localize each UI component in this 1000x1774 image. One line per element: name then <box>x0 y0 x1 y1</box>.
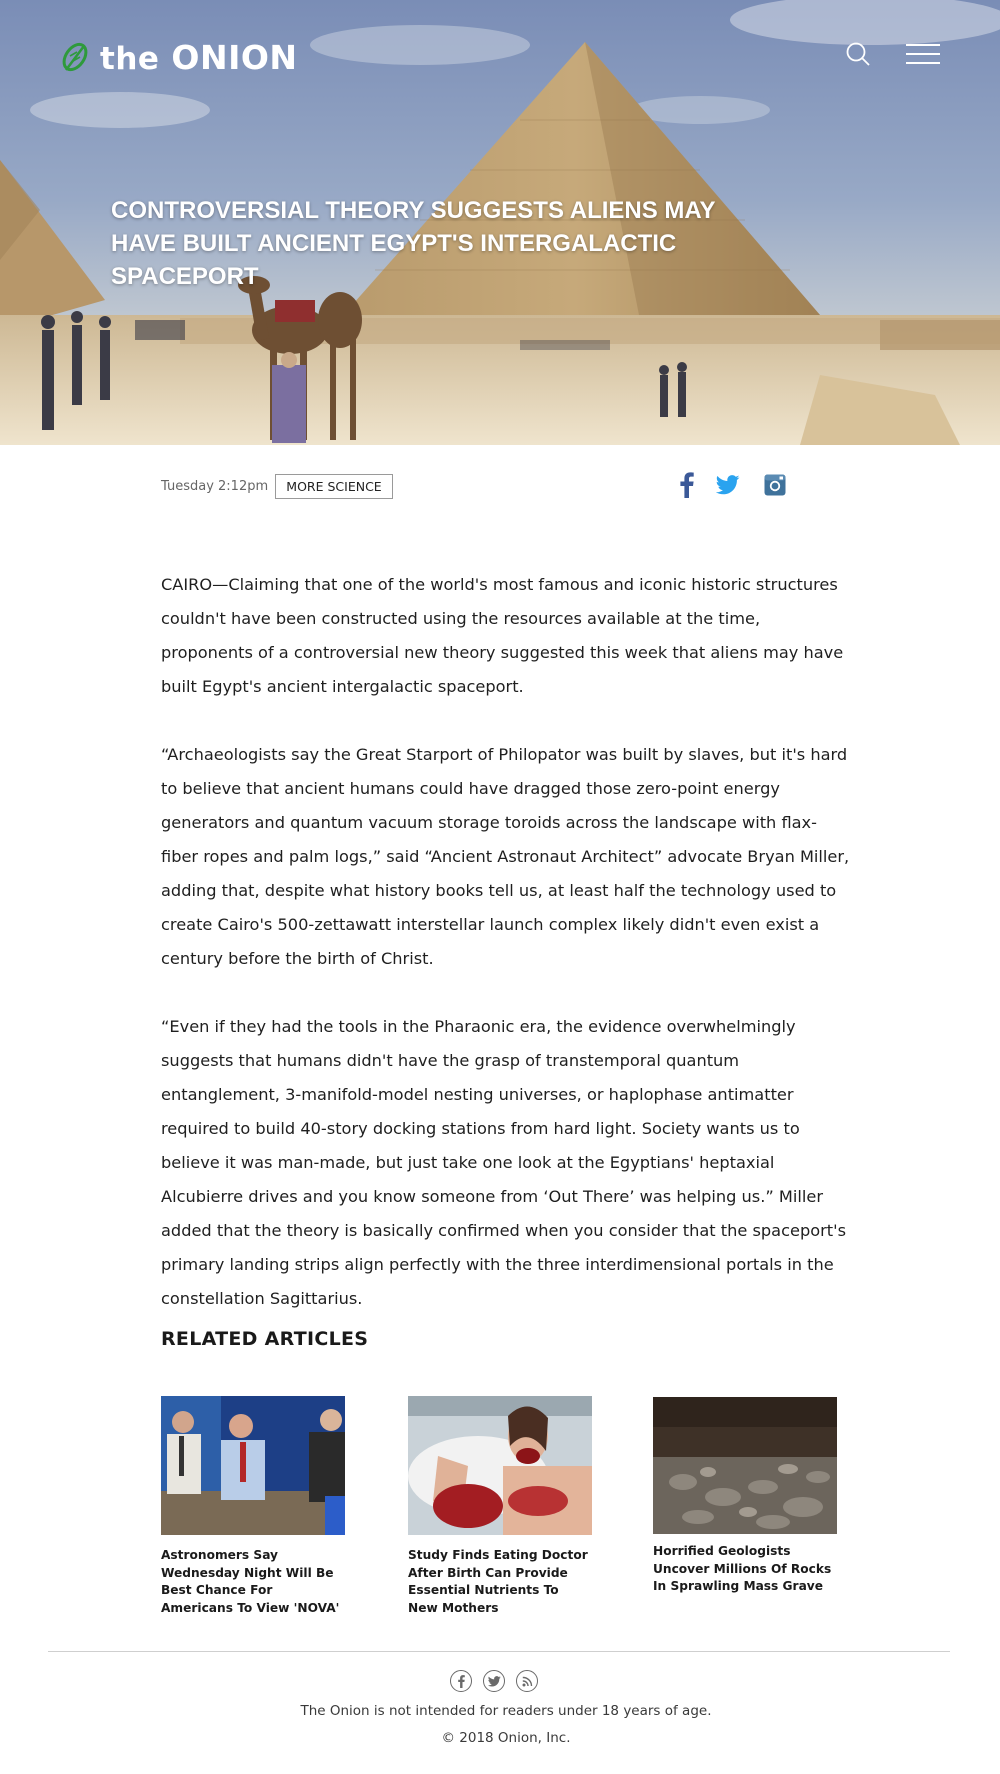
related-article-title[interactable]: Study Finds Eating Doctor After Birth Ca… <box>408 1547 592 1617</box>
related-article-thumbnail[interactable] <box>408 1396 592 1535</box>
onion-leaf-icon <box>62 42 88 71</box>
twitter-icon <box>487 1675 501 1687</box>
related-article-title[interactable]: Astronomers Say Wednesday Night Will Be … <box>161 1547 345 1617</box>
article-paragraph: CAIRO—Claiming that one of the world's m… <box>161 575 844 696</box>
copyright-notice: © 2018 Onion, Inc. <box>441 1730 571 1746</box>
publish-date: Tuesday 2:12pm <box>161 479 269 494</box>
footer-rss-link[interactable] <box>516 1670 538 1692</box>
twitter-icon <box>716 475 740 495</box>
more-science-button[interactable]: MORE SCIENCE <box>275 474 393 499</box>
logo-text: the ONION <box>100 38 298 77</box>
logo-word-the: the <box>100 41 160 77</box>
facebook-icon <box>458 1675 465 1688</box>
menu-icon <box>906 44 940 64</box>
related-articles-heading: RELATED ARTICLES <box>161 1328 369 1350</box>
search-icon <box>846 42 870 66</box>
footer-facebook-link[interactable] <box>450 1670 472 1692</box>
hero-banner: the ONION CONTROVERSIAL THEORY SUGGESTS … <box>0 0 1000 445</box>
menu-button[interactable] <box>904 42 942 68</box>
related-article-thumbnail[interactable] <box>161 1396 345 1535</box>
related-article-card[interactable]: Horrified Geologists Uncover Millions Of… <box>653 1397 837 1596</box>
search-button[interactable] <box>843 40 873 70</box>
article-paragraph: “Archaeologists say the Great Starport o… <box>161 745 850 968</box>
article-paragraph: “Even if they had the tools in the Phara… <box>161 1017 847 1308</box>
onion-logo[interactable]: the ONION <box>58 38 298 77</box>
share-facebook-button[interactable] <box>673 471 701 499</box>
footer-divider <box>48 1651 950 1652</box>
article-meta-bar: Tuesday 2:12pm MORE SCIENCE <box>0 445 1000 525</box>
related-article-card[interactable]: Astronomers Say Wednesday Night Will Be … <box>161 1396 345 1617</box>
article-headline: CONTROVERSIAL THEORY SUGGESTS ALIENS MAY… <box>111 197 716 290</box>
footer-twitter-link[interactable] <box>483 1670 505 1692</box>
instagram-icon <box>764 474 786 496</box>
age-disclaimer: The Onion is not intended for readers un… <box>300 1703 712 1719</box>
related-article-card[interactable]: Study Finds Eating Doctor After Birth Ca… <box>408 1396 592 1617</box>
related-article-title[interactable]: Horrified Geologists Uncover Millions Of… <box>653 1543 837 1596</box>
share-instagram-button[interactable] <box>761 471 789 499</box>
rss-icon <box>522 1676 532 1686</box>
related-article-thumbnail[interactable] <box>653 1397 837 1534</box>
article-body: CAIRO—Claiming that one of the world's m… <box>161 568 851 1350</box>
facebook-icon <box>680 472 694 498</box>
footer-social-links <box>450 1670 538 1692</box>
share-twitter-button[interactable] <box>714 471 742 499</box>
logo-word-onion: ONION <box>171 38 298 77</box>
